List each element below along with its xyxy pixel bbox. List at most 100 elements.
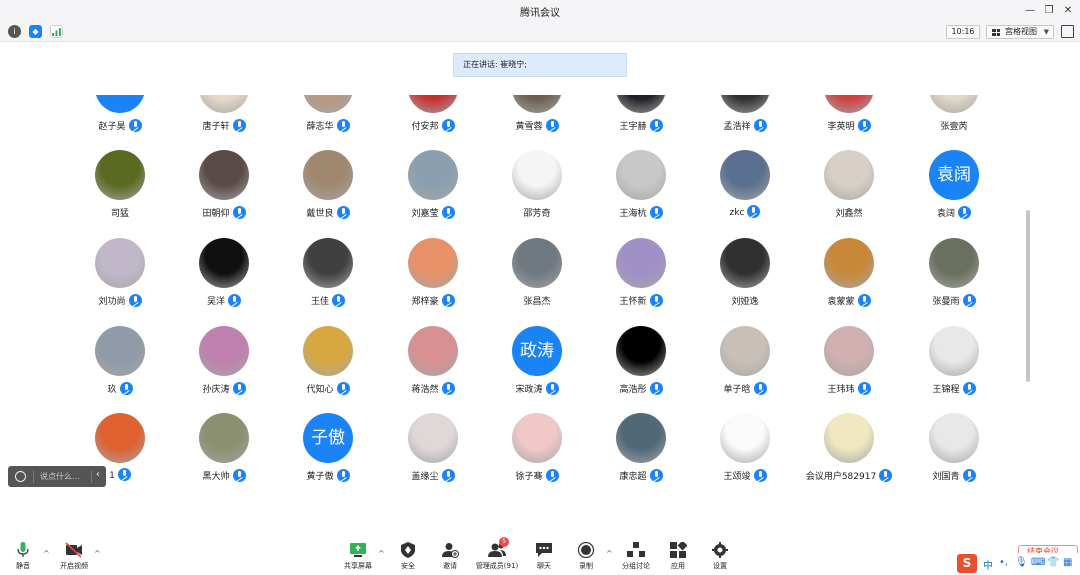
- participant-tile[interactable]: 刘鑫然: [797, 137, 901, 227]
- participant-name-row: 刘功尚: [68, 294, 172, 308]
- participant-name: 王颂竣: [723, 472, 751, 482]
- chat-placeholder[interactable]: 说点什么...: [40, 471, 80, 482]
- participant-tile[interactable]: 王玮玮: [797, 313, 901, 403]
- participant-tile[interactable]: 邵芳奇: [485, 137, 589, 227]
- participant-tile[interactable]: 李英明: [797, 95, 901, 140]
- toolbox-icon[interactable]: ▦: [1063, 557, 1072, 568]
- restore-icon[interactable]: ❐: [1041, 3, 1057, 19]
- participant-tile[interactable]: 赵子昊: [68, 95, 172, 140]
- participant-tile[interactable]: 徐子骞: [485, 400, 589, 490]
- participant-name-row: 戴世良: [276, 206, 380, 220]
- participant-tile[interactable]: 单子晗: [693, 313, 797, 403]
- participant-name: 赵子昊: [98, 122, 126, 132]
- info-icon[interactable]: i: [8, 25, 21, 38]
- participant-tile[interactable]: 孙庆涛: [172, 313, 276, 403]
- record-button[interactable]: 录制: [561, 541, 611, 571]
- participant-tile[interactable]: 王怀新: [589, 225, 693, 315]
- participant-tile[interactable]: 王海杭: [589, 137, 693, 227]
- participant-tile[interactable]: 刘嘉莹: [381, 137, 485, 227]
- collapse-chevron-icon[interactable]: ‹: [96, 469, 100, 480]
- start-video-button[interactable]: 开启视频: [49, 542, 99, 571]
- participant-name: 王佳: [310, 297, 329, 307]
- participant-name-row: 司猛: [68, 206, 172, 219]
- participant-tile[interactable]: 黄雪蓉: [485, 95, 589, 140]
- participant-tile[interactable]: 司猛: [68, 137, 172, 227]
- participant-tile[interactable]: 孟浩祥: [693, 95, 797, 140]
- participant-tile[interactable]: 刘国青: [902, 400, 1006, 490]
- participant-tile[interactable]: 会议用户582917: [797, 400, 901, 490]
- participant-tile[interactable]: zkc: [693, 137, 797, 227]
- participant-tile[interactable]: 康忠超: [589, 400, 693, 490]
- grid-scrollbar[interactable]: [1026, 210, 1030, 382]
- participant-name: 黄雪蓉: [515, 122, 543, 132]
- participant-tile[interactable]: 王颂竣: [693, 400, 797, 490]
- sogou-logo-icon[interactable]: S: [957, 554, 977, 573]
- participant-avatar: [720, 326, 770, 376]
- participant-tile[interactable]: 刘娅逸: [693, 225, 797, 315]
- participant-tile[interactable]: 付安邦: [381, 95, 485, 140]
- participant-tile[interactable]: 刘功尚: [68, 225, 172, 315]
- participant-name: 单子晗: [723, 385, 751, 395]
- participant-avatar: [199, 238, 249, 288]
- view-mode-dropdown[interactable]: 宫格视图 ▼: [986, 25, 1054, 39]
- mic-active-icon: [649, 119, 663, 132]
- mic-active-icon: [228, 294, 241, 307]
- participant-tile[interactable]: 袁阔 袁阔: [902, 137, 1006, 227]
- shield-icon[interactable]: ◆: [29, 25, 42, 38]
- participant-tile[interactable]: 袁蒙蒙: [797, 225, 901, 315]
- video-options-chevron-icon[interactable]: ^: [94, 549, 101, 558]
- apps-icon: [669, 540, 688, 558]
- microphone-icon: [14, 542, 32, 558]
- participant-tile[interactable]: 张曼雨: [902, 225, 1006, 315]
- share-screen-button[interactable]: 共享屏幕: [333, 542, 383, 571]
- participant-tile[interactable]: 张壹芮: [902, 95, 1006, 140]
- punctuation-icon[interactable]: •,: [999, 557, 1008, 568]
- emoji-icon[interactable]: [15, 471, 26, 482]
- skin-icon[interactable]: 👕: [1047, 557, 1059, 568]
- participant-name-row: 徐子骞: [485, 469, 589, 483]
- quick-chat-input[interactable]: 说点什么... ‹: [8, 466, 106, 487]
- invite-button[interactable]: 邀请: [425, 542, 475, 571]
- participant-tile[interactable]: 田朝仰: [172, 137, 276, 227]
- participant-tile[interactable]: 子傲 黄子傲: [276, 400, 380, 490]
- participant-tile[interactable]: 王佳: [276, 225, 380, 315]
- participant-name: 会议用户582917: [805, 472, 877, 482]
- minimize-icon[interactable]: —: [1022, 3, 1038, 19]
- participant-tile[interactable]: 戴世良: [276, 137, 380, 227]
- participant-tile[interactable]: 王锦程: [902, 313, 1006, 403]
- fullscreen-icon[interactable]: [1061, 25, 1074, 38]
- mic-active-icon: [857, 119, 871, 132]
- participant-name-row: 刘嘉莹: [381, 206, 485, 220]
- mute-label: 静音: [16, 562, 30, 570]
- participant-name-row: 孙庆涛: [172, 382, 276, 396]
- gear-icon: [711, 542, 729, 558]
- participant-tile[interactable]: 唐子轩: [172, 95, 276, 140]
- participant-avatar: [824, 150, 874, 200]
- participant-tile[interactable]: 薛志华: [276, 95, 380, 140]
- participant-name-row: 张曼雨: [902, 294, 1006, 308]
- mute-button[interactable]: 静音: [0, 542, 48, 571]
- participant-tile[interactable]: 盖缘尘: [381, 400, 485, 490]
- participant-tile[interactable]: 郑梓豪: [381, 225, 485, 315]
- ime-language[interactable]: 中: [983, 557, 993, 572]
- participant-tile[interactable]: 玖: [68, 313, 172, 403]
- participant-avatar: [824, 95, 874, 113]
- participant-tile[interactable]: 黑大帅: [172, 400, 276, 490]
- participant-avatar: [408, 238, 458, 288]
- settings-button[interactable]: 设置: [695, 542, 745, 571]
- keyboard-icon[interactable]: ⌨: [1031, 557, 1045, 568]
- bottom-toolbar: 静音 ^ 开启视频 ^ 共享屏幕 ^ 安全 邀请 5 管理成员(91) 聊天 录…: [0, 536, 1080, 575]
- participant-tile[interactable]: 代知心: [276, 313, 380, 403]
- participant-tile[interactable]: 吴洋: [172, 225, 276, 315]
- participant-avatar: [824, 326, 874, 376]
- mic-active-icon: [441, 119, 455, 132]
- participant-tile[interactable]: 政涛 宋政涛: [485, 313, 589, 403]
- signal-icon[interactable]: [50, 25, 63, 38]
- participant-tile[interactable]: 张昌杰: [485, 225, 589, 315]
- participant-tile[interactable]: 王宇赫: [589, 95, 693, 140]
- close-icon[interactable]: ✕: [1060, 3, 1076, 19]
- participant-tile[interactable]: 蒋浩然: [381, 313, 485, 403]
- manage-members-button[interactable]: 5 管理成员(91): [472, 537, 522, 571]
- participant-tile[interactable]: 高浩彤: [589, 313, 693, 403]
- voice-input-icon[interactable]: 🎙: [1015, 557, 1028, 568]
